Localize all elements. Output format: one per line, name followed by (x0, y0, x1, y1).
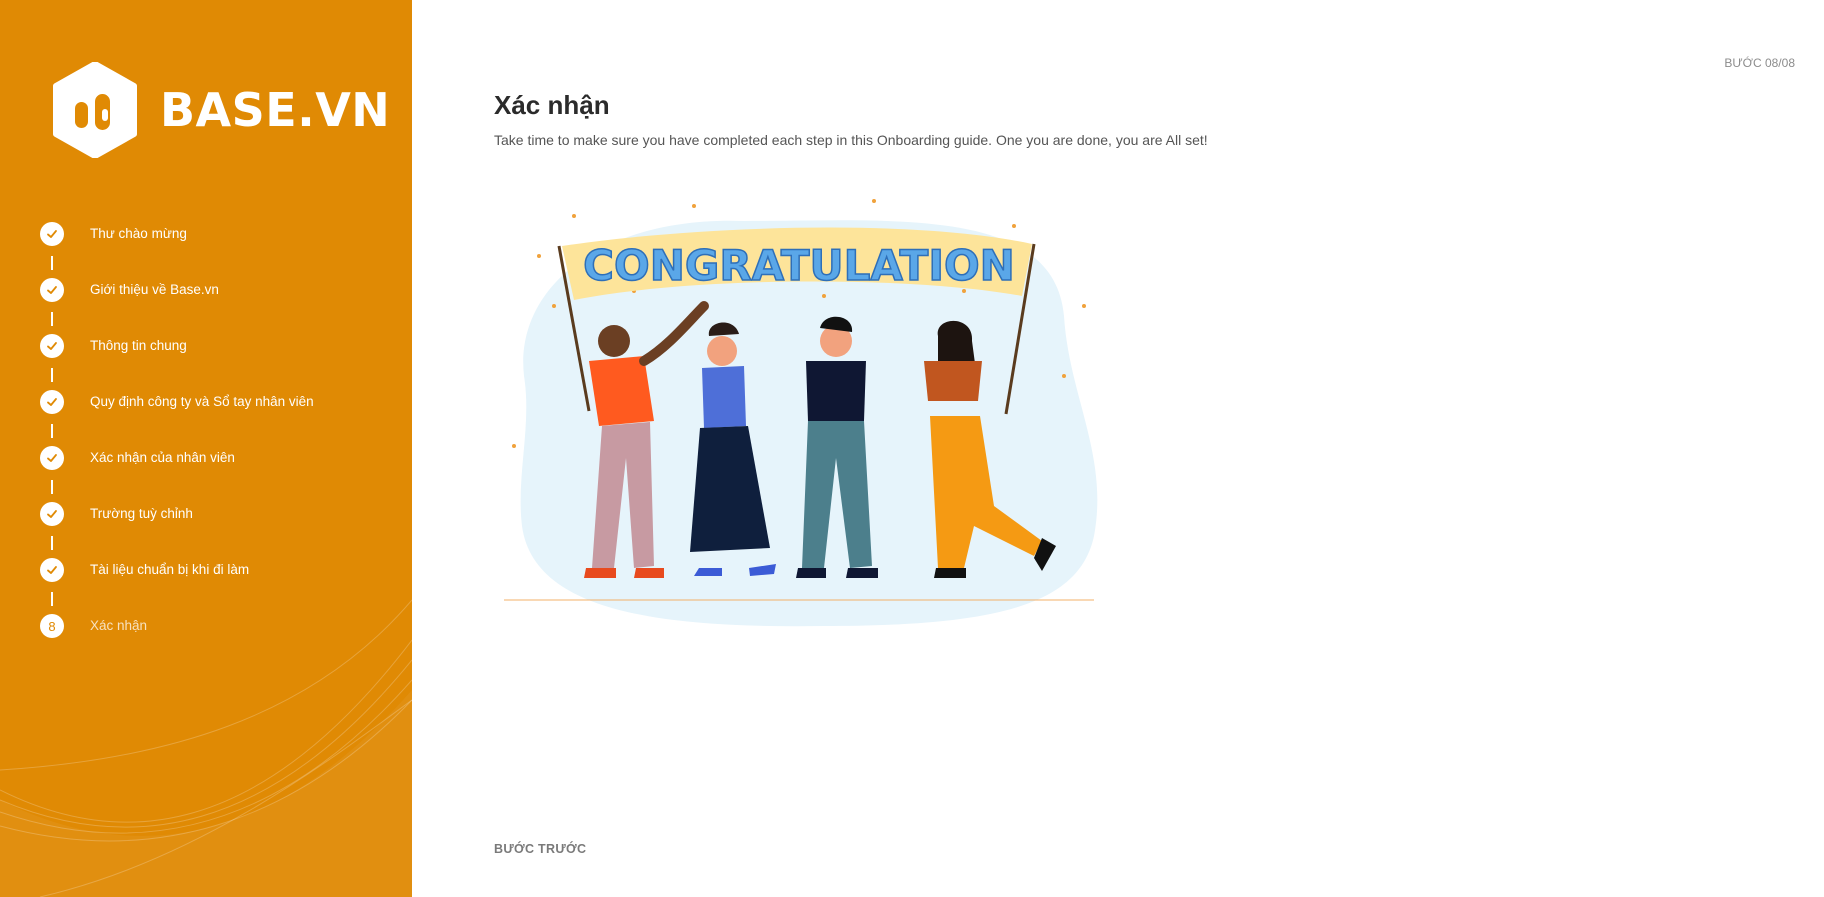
brand-name: BASE.VN (160, 83, 391, 137)
celebration-illustration: CONGRATULATION (504, 199, 1098, 627)
sidebar-step-label: Xác nhận (90, 618, 148, 633)
sidebar-step-4[interactable]: Quy định công ty và Sổ tay nhân viên (40, 390, 314, 446)
check-icon (40, 222, 64, 246)
sidebar-step-label: Tài liệu chuẩn bị khi đi làm (90, 562, 250, 577)
step-connector (51, 424, 53, 438)
check-icon (40, 502, 64, 526)
step-connector (51, 480, 53, 494)
step-connector (51, 592, 53, 606)
step-connector (51, 256, 53, 270)
onboarding-steps: Thư chào mừng Giới thiệu về Base.vn Thông … (40, 222, 314, 670)
sidebar-step-3[interactable]: Thông tin chung (40, 334, 314, 390)
sidebar-step-label: Thông tin chung (90, 338, 187, 353)
step-connector (51, 536, 53, 550)
sidebar-step-label: Quy định công ty và Sổ tay nhân viên (90, 394, 314, 409)
step-connector (51, 312, 53, 326)
page-subtitle: Take time to make sure you have complete… (494, 132, 1208, 148)
sidebar-step-label: Trường tuỳ chỉnh (90, 506, 193, 521)
sidebar-step-2[interactable]: Giới thiệu về Base.vn (40, 278, 314, 334)
previous-step-button[interactable]: BƯỚC TRƯỚC (494, 842, 586, 856)
step-counter: BƯỚC 08/08 (1724, 56, 1795, 70)
sidebar-step-5[interactable]: Xác nhận của nhân viên (40, 446, 314, 502)
sidebar-step-label: Giới thiệu về Base.vn (90, 282, 219, 297)
step-number-badge: 8 (40, 614, 64, 638)
step-connector (51, 368, 53, 382)
sidebar-step-label: Thư chào mừng (90, 226, 187, 241)
check-icon (40, 278, 64, 302)
page-title: Xác nhận (494, 90, 610, 120)
check-icon (40, 446, 64, 470)
brand[interactable]: BASE.VN (50, 62, 390, 158)
main-content: BƯỚC 08/08 Xác nhận Take time to make su… (412, 0, 1824, 897)
sidebar-step-6[interactable]: Trường tuỳ chỉnh (40, 502, 314, 558)
banner-text: CONGRATULATION (583, 241, 1015, 290)
check-icon (40, 558, 64, 582)
check-icon (40, 334, 64, 358)
sidebar-step-7[interactable]: Tài liệu chuẩn bị khi đi làm (40, 558, 314, 614)
sidebar: BASE.VN Thư chào mừng Giới thiệu về Base.… (0, 0, 412, 897)
base-logo-icon (53, 62, 137, 158)
sidebar-step-label: Xác nhận của nhân viên (90, 450, 235, 465)
sidebar-step-1[interactable]: Thư chào mừng (40, 222, 314, 278)
check-icon (40, 390, 64, 414)
sidebar-step-8[interactable]: 8 Xác nhận (40, 614, 314, 670)
